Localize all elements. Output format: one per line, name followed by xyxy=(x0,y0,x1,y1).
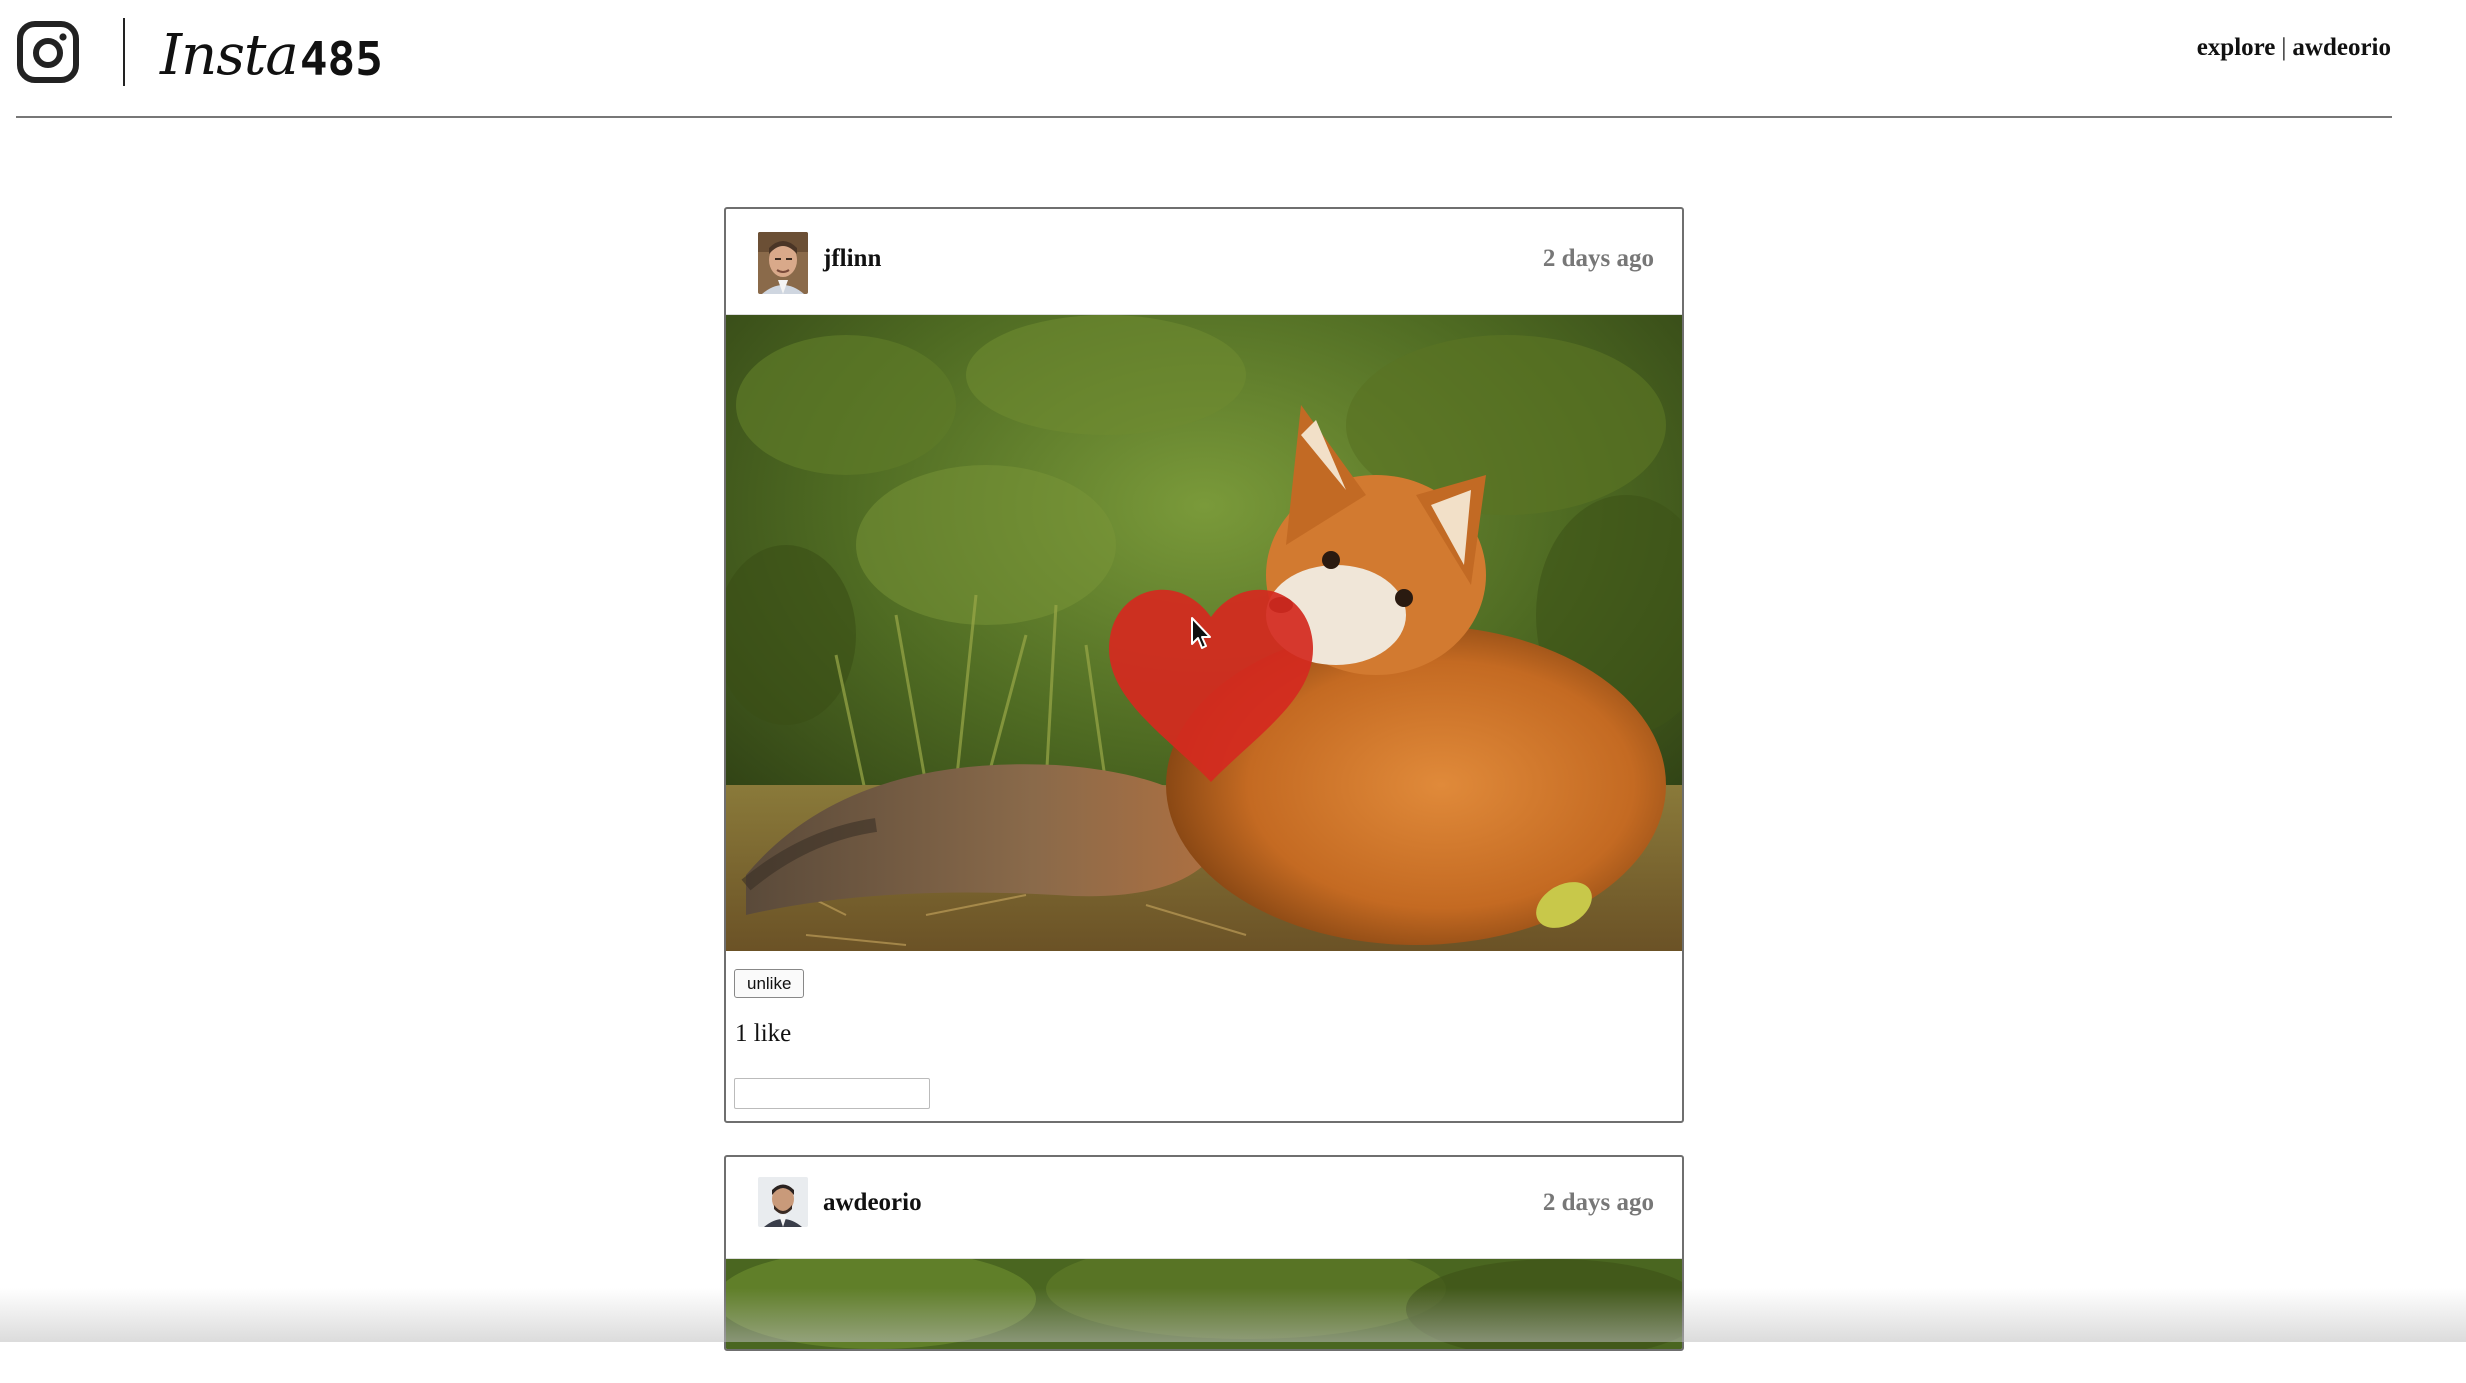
post-owner-link[interactable]: jflinn xyxy=(823,245,881,273)
nav-explore-link[interactable]: explore xyxy=(2197,34,2276,61)
post-image[interactable] xyxy=(726,1259,1682,1349)
owner-avatar[interactable] xyxy=(758,232,808,294)
brand-number-text: 485 xyxy=(299,32,383,86)
post-card: jflinn 2 days ago unlike 1 like xyxy=(724,207,1684,1123)
brand-script-text: Insta xyxy=(160,23,299,88)
post-header: awdeorio 2 days ago xyxy=(726,1157,1682,1259)
post-owner-link[interactable]: awdeorio xyxy=(823,1189,922,1217)
instagram-logo-icon[interactable] xyxy=(16,20,80,84)
post-timestamp-link[interactable]: 2 days ago xyxy=(1543,245,1654,273)
unlike-button[interactable]: unlike xyxy=(734,969,805,998)
owner-avatar[interactable] xyxy=(758,1177,808,1227)
brand-wordmark[interactable]: Insta 485 xyxy=(160,14,383,84)
like-count: 1 like xyxy=(735,1020,792,1047)
logo-divider xyxy=(123,18,125,86)
header-divider xyxy=(16,116,2392,118)
top-nav: explore | awdeorio xyxy=(2197,34,2391,62)
post-feed: jflinn 2 days ago unlike 1 like awdeorio… xyxy=(724,207,1684,1383)
post-timestamp-link[interactable]: 2 days ago xyxy=(1543,1189,1654,1217)
site-header: Insta 485 explore | awdeorio xyxy=(0,0,2466,118)
post-header: jflinn 2 days ago xyxy=(726,209,1682,315)
post-image[interactable] xyxy=(726,315,1682,951)
nav-separator: | xyxy=(2281,34,2287,61)
post-footer: unlike 1 like xyxy=(726,951,1682,1121)
nav-user-link[interactable]: awdeorio xyxy=(2292,34,2391,61)
comment-input[interactable] xyxy=(734,1078,930,1109)
post-card: awdeorio 2 days ago xyxy=(724,1155,1684,1351)
